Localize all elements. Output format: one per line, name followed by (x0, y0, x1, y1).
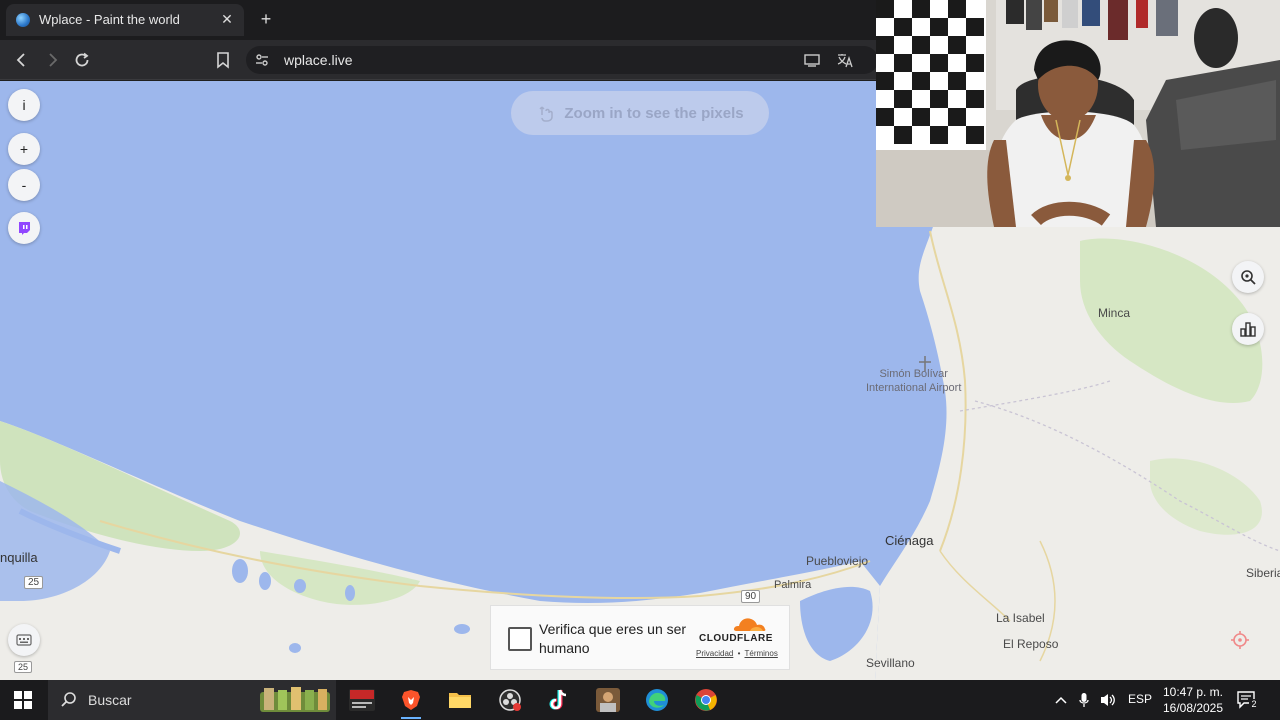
airport-label-line2: International Airport (866, 382, 962, 394)
notification-center-button[interactable]: 2 (1236, 690, 1259, 710)
search-location-icon (1241, 270, 1256, 285)
captcha-links: Privacidad • Términos (696, 649, 778, 658)
close-tab-icon[interactable]: ✕ (218, 10, 236, 28)
chrome-icon (695, 689, 717, 711)
info-button[interactable]: i (8, 89, 40, 121)
microphone-icon[interactable] (1078, 692, 1090, 708)
locate-icon (1231, 631, 1249, 649)
privacy-link[interactable]: Privacidad (696, 649, 733, 658)
notification-count: 2 (1249, 699, 1259, 710)
reload-icon[interactable] (70, 48, 94, 72)
site-settings-icon[interactable] (254, 52, 270, 68)
place-label: Minca (1098, 306, 1131, 320)
cast-icon[interactable] (803, 52, 821, 68)
airport-label: Simón Bolívar International Airport (866, 367, 961, 395)
chevron-up-icon[interactable] (1054, 694, 1068, 706)
webcam-overlay (876, 0, 1280, 227)
link-separator: • (737, 649, 741, 658)
twitch-button[interactable] (8, 212, 40, 244)
place-label: Puebloviejo (806, 554, 869, 568)
media-thumbnail-icon (596, 688, 620, 712)
place-label: La Isabel (996, 611, 1045, 625)
leaderboard-button[interactable] (1232, 313, 1264, 345)
pinch-zoom-icon (539, 106, 554, 122)
tiktok-app[interactable] (539, 684, 579, 716)
media-app[interactable] (588, 684, 628, 716)
taskbar-search-box[interactable]: Buscar (48, 680, 336, 720)
forward-icon[interactable] (40, 48, 64, 72)
voicemeeter-app[interactable] (342, 684, 382, 716)
taskbar-search-placeholder: Buscar (88, 692, 132, 708)
folder-icon (449, 693, 471, 708)
url-text: wplace.live (284, 52, 353, 68)
translate-icon[interactable] (836, 52, 854, 68)
obs-app[interactable] (490, 684, 530, 716)
captcha-label: Verifica que eres un ser humano (539, 621, 687, 656)
zoom-hint-text: Zoom in to see the pixels (564, 104, 744, 122)
taskbar-clock[interactable]: 10:47 p. m. 16/08/2025 (1160, 684, 1226, 716)
place-label: Palmira (774, 579, 812, 591)
windows-taskbar: Buscar ESP 10:47 p. m. 16/08/2025 2 (0, 680, 1280, 720)
twitch-icon (19, 222, 30, 235)
obs-icon (499, 689, 521, 711)
brave-app[interactable] (391, 684, 431, 719)
windows-start-icon[interactable] (14, 691, 32, 709)
leaderboard-icon (1240, 322, 1256, 337)
place-label: Siberia (1246, 566, 1280, 580)
globe-icon (16, 13, 30, 27)
place-label: El Reposo (1003, 637, 1059, 651)
chrome-app[interactable] (686, 684, 726, 716)
clock-date: 16/08/2025 (1162, 701, 1224, 715)
back-icon[interactable] (10, 48, 34, 72)
new-tab-button[interactable]: + (256, 9, 276, 29)
keyboard-button[interactable] (8, 624, 40, 656)
road-shield: 90 (741, 590, 761, 603)
zoom-hint-banner: Zoom in to see the pixels (511, 91, 769, 135)
keyboard-icon (16, 634, 32, 646)
verify-checkbox[interactable] (508, 627, 532, 651)
file-explorer-app[interactable] (440, 684, 480, 716)
road-shield: 25 (24, 576, 44, 589)
edge-icon (646, 689, 668, 711)
place-label: Ciénaga (885, 533, 934, 548)
cloudflare-logo-icon (733, 618, 766, 631)
cloudflare-captcha-widget: Verifica que eres un ser humano CLOUDFLA… (490, 605, 790, 670)
tab-wplace[interactable]: Wplace - Paint the world ✕ (6, 4, 244, 36)
tab-title: Wplace - Paint the world (39, 12, 180, 27)
webcam-feed (876, 0, 1280, 227)
search-location-button[interactable] (1232, 261, 1264, 293)
search-icon (61, 692, 76, 707)
tiktok-icon (549, 689, 567, 710)
edge-app[interactable] (637, 684, 677, 716)
voicemeeter-icon (349, 689, 375, 711)
place-label: Sevillano (866, 656, 915, 670)
airport-label-line1: Simón Bolívar (879, 368, 948, 380)
clock-time: 10:47 p. m. (1162, 685, 1224, 699)
road-shield: 25 (14, 661, 33, 673)
zoom-in-button[interactable]: + (8, 133, 40, 165)
search-highlight-illustration-icon (260, 687, 330, 712)
locate-me-button[interactable] (1224, 624, 1256, 656)
language-indicator[interactable]: ESP (1128, 692, 1152, 706)
speaker-icon[interactable] (1099, 692, 1117, 708)
cloudflare-brand: CLOUDFLARE (699, 633, 773, 644)
address-bar[interactable]: wplace.live (246, 46, 878, 74)
brave-icon (402, 690, 420, 710)
zoom-out-button[interactable]: - (8, 169, 40, 201)
terms-link[interactable]: Términos (744, 649, 777, 658)
place-label: nquilla (0, 550, 38, 565)
bookmark-icon[interactable] (211, 48, 235, 72)
